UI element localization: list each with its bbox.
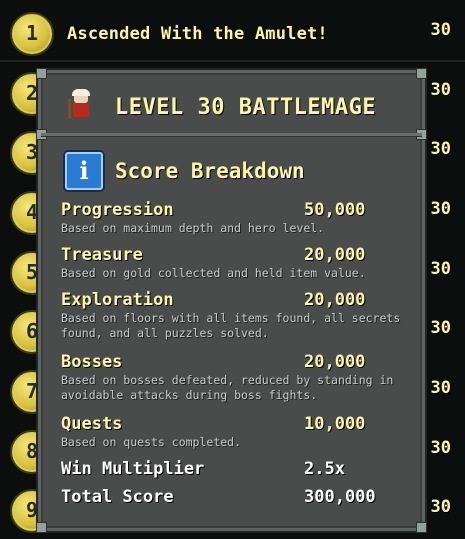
total-score-label: Total Score [61, 487, 174, 507]
ranking-level: 30 [430, 199, 451, 219]
hero-title: LEVEL 30 BATTLEMAGE [115, 95, 377, 120]
rank-medal-icon: 1 [10, 12, 54, 56]
battlemage-portrait-icon [68, 89, 94, 121]
window-corner [416, 68, 427, 79]
bosses-label: Bosses [61, 352, 123, 372]
total-score-value: 300,000 [304, 487, 376, 507]
progression-description: Based on maximum depth and hero level. [61, 221, 325, 235]
exploration-value: 20,000 [304, 290, 366, 310]
ranking-level: 30 [430, 438, 451, 458]
window-corner [416, 522, 427, 533]
ranking-level: 30 [430, 80, 451, 100]
section-title: Score Breakdown [115, 159, 305, 183]
window-corner [36, 68, 47, 79]
progression-label: Progression [61, 200, 174, 220]
info-icon: i [65, 152, 103, 190]
ranking-level: 30 [430, 378, 451, 398]
header-divider [41, 133, 422, 136]
quests-label: Quests [61, 414, 123, 434]
window-corner [36, 522, 47, 533]
exploration-description: Based on floors with all items found, al… [61, 311, 401, 340]
score-breakdown-window: LEVEL 30 BATTLEMAGE i Score Breakdown Pr… [36, 68, 427, 533]
ranking-level: 30 [430, 318, 451, 338]
quests-description: Based on quests completed. [61, 435, 242, 449]
win-multiplier-label: Win Multiplier [61, 459, 205, 479]
win-multiplier-value: 2.5x [304, 459, 345, 479]
quests-value: 10,000 [304, 414, 366, 434]
bosses-description: Based on bosses defeated, reduced by sta… [61, 373, 394, 402]
ranking-title: Ascended With the Amulet! [67, 24, 328, 44]
ranking-level: 30 [430, 20, 451, 40]
row-divider [0, 60, 465, 62]
ranking-level: 30 [430, 139, 451, 159]
progression-value: 50,000 [304, 200, 366, 220]
treasure-description: Based on gold collected and held item va… [61, 266, 366, 280]
ranking-row[interactable]: 1 Ascended With the Amulet! 30 [0, 4, 465, 62]
ranking-level: 30 [430, 259, 451, 279]
treasure-label: Treasure [61, 245, 143, 265]
exploration-label: Exploration [61, 290, 174, 310]
ranking-level: 30 [430, 497, 451, 517]
bosses-value: 20,000 [304, 352, 366, 372]
treasure-value: 20,000 [304, 245, 366, 265]
